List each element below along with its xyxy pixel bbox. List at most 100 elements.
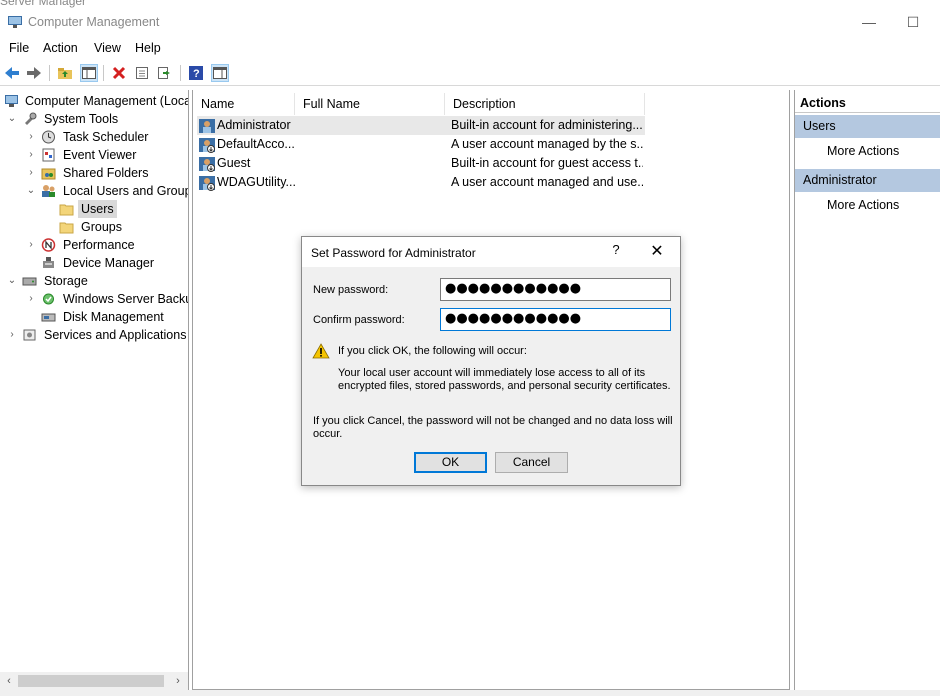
tree-label: Services and Applications <box>44 328 187 342</box>
cell-description: A user account managed and use... <box>451 175 643 189</box>
confirm-password-label: Confirm password: <box>313 314 405 326</box>
warning-icon <box>312 343 330 359</box>
cell-name: Administrator <box>217 118 291 132</box>
back-arrow-icon[interactable] <box>3 64 21 82</box>
tree-label: Shared Folders <box>63 166 149 180</box>
menu-bar: File Action View Help <box>0 38 940 60</box>
event-viewer-icon <box>42 148 55 162</box>
svg-text:?: ? <box>193 68 200 80</box>
backup-icon <box>43 293 54 305</box>
tree-label: Task Scheduler <box>63 130 149 144</box>
chevron-right-icon[interactable]: › <box>25 290 37 308</box>
up-folder-icon[interactable] <box>56 64 74 82</box>
cancel-button[interactable]: Cancel <box>495 452 568 473</box>
user-icon <box>199 119 215 133</box>
column-header-description[interactable]: Description <box>445 93 645 115</box>
delete-icon[interactable] <box>110 64 128 82</box>
cell-name: DefaultAcco... <box>217 137 295 151</box>
table-row[interactable]: Administrator Built-in account for admin… <box>197 116 645 135</box>
actions-header: Actions <box>795 93 940 113</box>
menu-view[interactable]: View <box>94 41 121 55</box>
chevron-right-icon[interactable]: › <box>25 236 37 254</box>
warning-line-1: Your local user account will immediately… <box>338 367 646 379</box>
scroll-right-icon[interactable]: › <box>170 673 186 689</box>
folder-icon <box>59 222 74 234</box>
cell-name: WDAGUtility... <box>217 175 296 189</box>
tree-label: Storage <box>44 274 88 288</box>
help-button[interactable]: ? <box>606 242 626 257</box>
tree-label: Disk Management <box>63 310 164 324</box>
confirm-password-field[interactable]: ●●●●●●●●●●●● <box>440 308 671 331</box>
table-row[interactable]: WDAGUtility... A user account managed an… <box>197 173 645 192</box>
computer-management-icon <box>8 16 22 28</box>
tree-label: System Tools <box>44 112 119 126</box>
menu-file[interactable]: File <box>9 41 29 55</box>
users-group-icon <box>42 185 55 197</box>
minimize-button[interactable]: — <box>854 12 884 32</box>
cell-name: Guest <box>217 156 251 170</box>
cell-description: Built-in account for guest access t... <box>451 156 643 170</box>
actions-section-administrator[interactable]: Administrator <box>795 169 940 192</box>
close-button[interactable]: ✕ <box>646 241 668 261</box>
toolbar: ? <box>0 60 940 86</box>
disk-management-icon <box>41 313 56 322</box>
actions-pane: Actions Users More Actions Administrator… <box>794 90 940 690</box>
column-header-name[interactable]: Name <box>193 93 295 115</box>
forward-arrow-icon[interactable] <box>25 64 43 82</box>
ok-button[interactable]: OK <box>414 452 487 473</box>
table-row[interactable]: Guest Built-in account for guest access … <box>197 154 645 173</box>
disabled-user-icon <box>199 157 215 172</box>
computer-management-icon <box>5 95 18 107</box>
tree-label: Groups <box>81 220 122 234</box>
set-password-dialog: Set Password for Administrator ? ✕ New p… <box>301 236 681 486</box>
more-actions-administrator[interactable]: More Actions <box>827 198 899 212</box>
tree-horizontal-scrollbar[interactable]: ‹ › <box>0 672 188 690</box>
chevron-right-icon[interactable]: › <box>25 146 37 164</box>
title-bar: Computer Management — ☐ <box>0 8 940 38</box>
actions-section-users[interactable]: Users <box>795 115 940 138</box>
services-icon <box>23 329 36 341</box>
tree-label: Users <box>78 200 117 218</box>
tree-label: Computer Management (Local) <box>25 94 189 108</box>
chevron-right-icon[interactable]: › <box>25 128 37 146</box>
more-actions-users[interactable]: More Actions <box>827 144 899 158</box>
storage-icon <box>22 277 37 286</box>
chevron-down-icon[interactable]: ⌄ <box>6 272 18 290</box>
clock-icon <box>42 130 55 144</box>
background-window-title: Server Manager <box>0 0 87 8</box>
scroll-left-icon[interactable]: ‹ <box>1 673 17 689</box>
warning-heading: If you click OK, the following will occu… <box>338 345 527 357</box>
new-password-field[interactable]: ●●●●●●●●●●●● <box>440 278 671 301</box>
new-password-label: New password: <box>313 284 389 296</box>
system-tools-icon <box>25 112 37 125</box>
export-list-icon[interactable] <box>156 64 174 82</box>
dialog-title-bar: Set Password for Administrator ? ✕ <box>302 237 680 267</box>
tree-label: Windows Server Backup <box>63 292 189 306</box>
show-hide-tree-icon[interactable] <box>80 64 98 82</box>
properties-icon[interactable] <box>133 64 151 82</box>
tree-label: Event Viewer <box>63 148 137 162</box>
table-row[interactable]: DefaultAcco... A user account managed by… <box>197 135 645 154</box>
cancel-info-line-2: occur. <box>313 428 343 440</box>
disabled-user-icon <box>199 176 215 191</box>
cell-description: A user account managed by the s... <box>451 137 643 151</box>
help-icon[interactable]: ? <box>187 64 205 82</box>
chevron-right-icon[interactable]: › <box>25 164 37 182</box>
menu-help[interactable]: Help <box>135 41 161 55</box>
maximize-button[interactable]: ☐ <box>898 12 928 32</box>
tree-label: Performance <box>63 238 135 252</box>
cancel-info-line-1: If you click Cancel, the password will n… <box>313 415 673 427</box>
show-hide-action-pane-icon[interactable] <box>211 64 229 82</box>
column-header-full-name[interactable]: Full Name <box>295 93 445 115</box>
computer-management-window: Server Manager Computer Management — ☐ F… <box>0 0 940 696</box>
performance-icon <box>41 238 56 252</box>
chevron-down-icon[interactable]: ⌄ <box>25 182 37 200</box>
chevron-down-icon[interactable]: ⌄ <box>6 110 18 128</box>
scrollbar-thumb[interactable] <box>18 675 164 687</box>
cell-description: Built-in account for administering... <box>451 118 643 132</box>
menu-action[interactable]: Action <box>43 41 78 55</box>
window-title: Computer Management <box>28 15 160 29</box>
device-manager-icon <box>43 257 54 268</box>
status-bar <box>0 690 940 696</box>
chevron-right-icon[interactable]: › <box>6 326 18 344</box>
